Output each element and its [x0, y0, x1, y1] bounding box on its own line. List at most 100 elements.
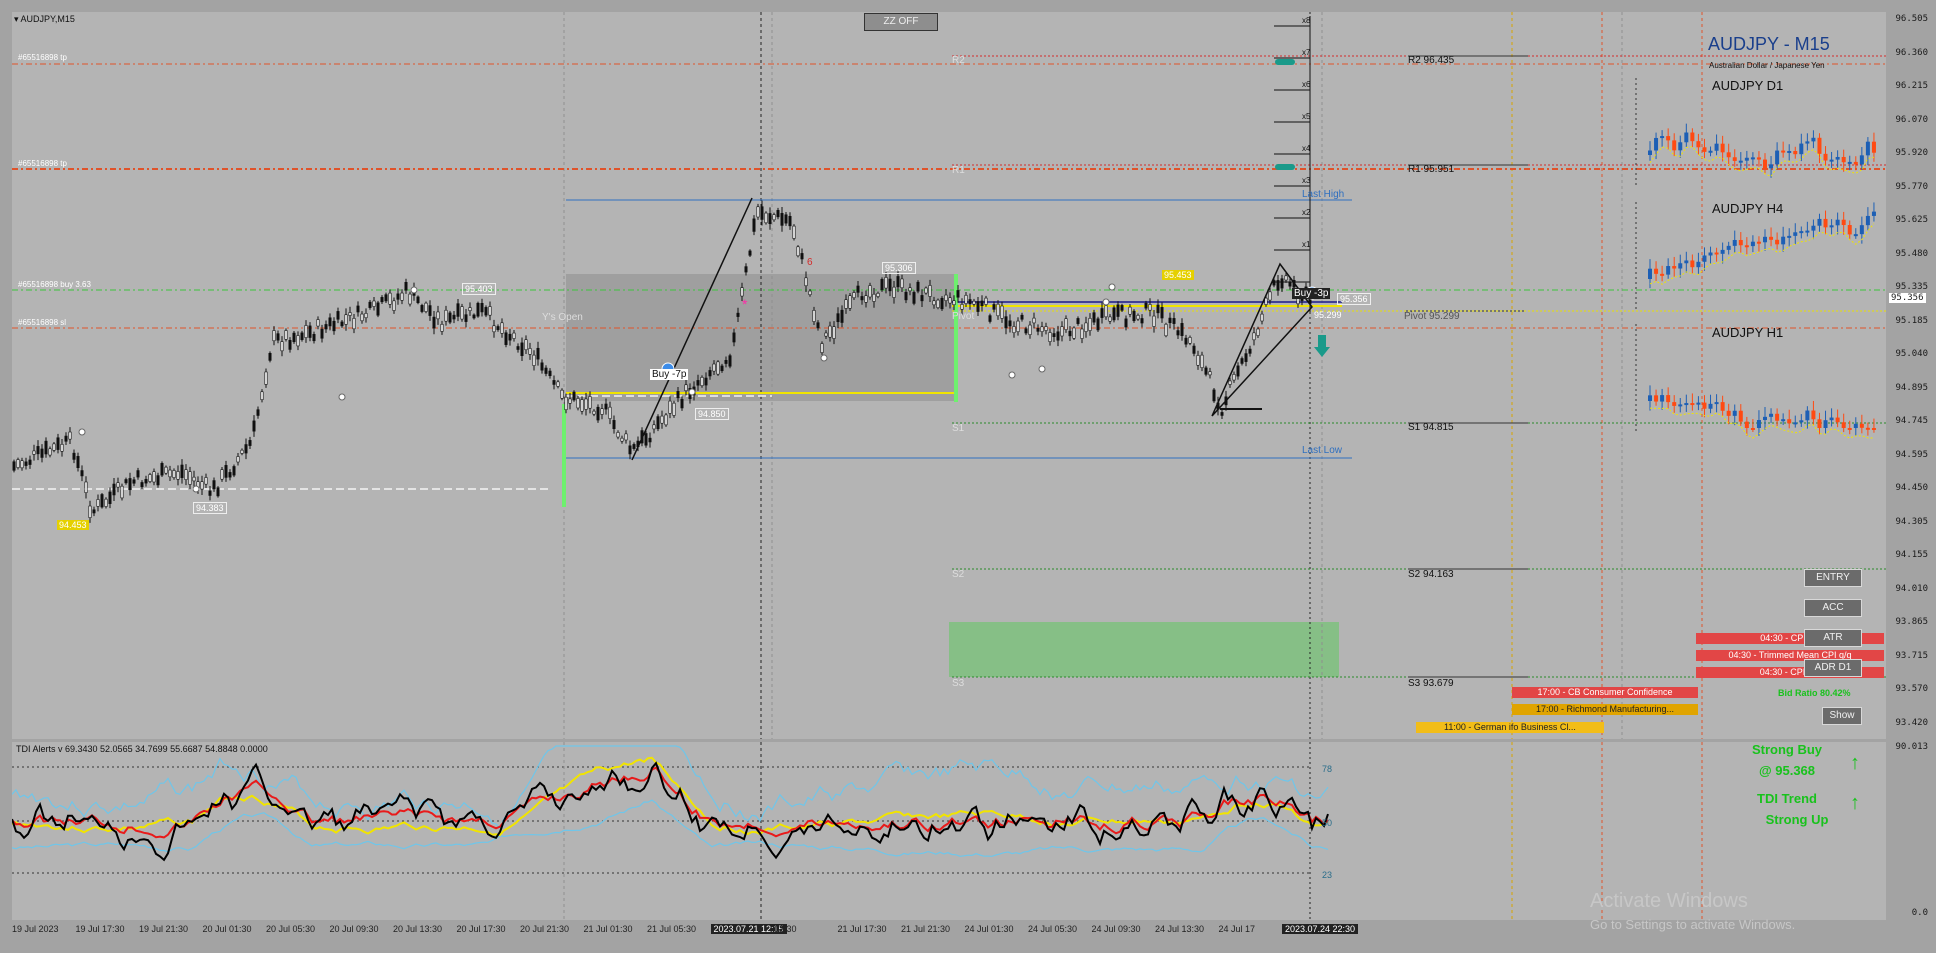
mini-candle-body [1847, 428, 1852, 430]
candle-body [916, 281, 920, 292]
candle-body [488, 306, 492, 316]
candle-body [1000, 305, 1004, 319]
candle-body [828, 325, 832, 338]
time-axis-label: 19 Jul 21:30 [139, 924, 189, 934]
adr-d1-button[interactable]: ADR D1 [1804, 659, 1862, 677]
candle-body [112, 483, 116, 496]
candle-body [152, 471, 156, 483]
buy-tag-1: Buy -7p [650, 369, 689, 380]
candle-body [612, 420, 616, 430]
price-axis[interactable]: 96.505 96.360 96.215 96.070 95.920 95.770 95.6… [1886, 12, 1928, 739]
candle-body [1204, 367, 1208, 375]
candle-body [1292, 279, 1296, 288]
candle-body [600, 408, 604, 415]
candle-body [540, 362, 544, 371]
candle-body [448, 312, 452, 323]
candle-body [364, 313, 368, 319]
mini-candle-body [1829, 225, 1834, 228]
acc-button[interactable]: ACC [1804, 599, 1862, 617]
price-axis-tick: 95.920 [1895, 148, 1928, 158]
candle-body [892, 286, 896, 298]
candle-body [332, 320, 336, 332]
candle-body [716, 361, 720, 375]
tp-marker [1275, 59, 1295, 65]
level-label-95453: 95.453 [1162, 270, 1194, 280]
time-axis-label: 20 Jul 09:30 [329, 924, 379, 934]
atr-button[interactable]: ATR [1804, 629, 1862, 647]
mini-candle-body [1823, 420, 1828, 428]
candle-body [344, 314, 348, 325]
tdi-trend-signal: TDI Trend [1757, 791, 1817, 806]
tp-label-1: #65516898 tp [18, 53, 67, 62]
candle-body [548, 370, 552, 377]
time-axis-label: 21 Jul 21:30 [901, 924, 951, 934]
news-item-6[interactable]: 11:00 - German ifo Business Cl... [1416, 722, 1604, 733]
price-chart-canvas[interactable]: *6 [12, 12, 1886, 739]
candle-body [52, 443, 56, 451]
tdi-level-78: 78 [1322, 764, 1333, 774]
candle-body [136, 470, 140, 478]
entry-button[interactable]: ENTRY [1804, 569, 1862, 587]
candle-body [104, 498, 108, 507]
mini-candle-body [1853, 423, 1858, 428]
fib-label: x6 [1302, 80, 1311, 89]
time-axis-label: 20 Jul 17:30 [456, 924, 506, 934]
candle-body [932, 300, 936, 306]
tdi-indicator-window[interactable]: TDI Alerts v 69.3430 52.0565 34.7699 55.… [12, 742, 1886, 920]
candle-body [224, 465, 228, 478]
mini-candle-body [1841, 422, 1846, 428]
candle-body [92, 509, 96, 514]
bid-ratio: Bid Ratio 80.42% [1778, 688, 1851, 698]
candle-body [608, 406, 612, 419]
candle-body [16, 459, 20, 468]
mini-chart-h4-title: AUDJPY H4 [1712, 201, 1784, 216]
candle-body [1152, 315, 1156, 327]
candle-body [192, 476, 196, 482]
mini-candle-body [1660, 273, 1665, 276]
mini-candle-body [1841, 219, 1846, 226]
mini-candle-body [1853, 161, 1858, 165]
candle-body [1280, 278, 1284, 289]
main-chart-window[interactable]: * 6 ▾ AUDJPY,M15 ZZ OFF #65516898 tp #655… [12, 12, 1886, 739]
mini-candle-body [1654, 137, 1659, 151]
tp-label-2: #65516898 tp [18, 159, 67, 168]
news-item-5[interactable]: 17:00 - Richmond Manufacturing... [1512, 704, 1698, 715]
candle-body [912, 292, 916, 304]
mini-candle-body [1775, 239, 1780, 245]
candle-body [376, 302, 380, 316]
candle-body [992, 304, 996, 310]
mini-candle-body [1811, 225, 1816, 231]
mini-candle-body [1835, 219, 1840, 226]
candle-body [1072, 327, 1076, 339]
mini-candle-body [1787, 419, 1792, 424]
sl-label: #65516898 sl [18, 318, 67, 327]
mini-candle-body [1678, 142, 1683, 151]
mini-chart-h1-title: AUDJPY H1 [1712, 325, 1784, 340]
mini-candle-body [1799, 231, 1804, 234]
mini-candle-body [1829, 417, 1834, 421]
zz-off-button[interactable]: ZZ OFF [864, 13, 938, 31]
candle-body [784, 214, 788, 224]
mini-candle-body [1811, 137, 1816, 142]
news-item-4[interactable]: 17:00 - CB Consumer Confidence [1512, 687, 1698, 698]
candle-body [1044, 326, 1048, 331]
mini-candle-body [1793, 150, 1798, 155]
level-label-95299: 95.299 [1314, 310, 1342, 320]
candle-body [684, 384, 688, 392]
strong-buy-signal: Strong Buy [1751, 742, 1823, 757]
zigzag-line [1211, 262, 1313, 417]
candle-body [1232, 374, 1236, 381]
candle-body [1056, 331, 1060, 341]
swing-point-marker [1108, 283, 1116, 291]
candle-body [1036, 328, 1040, 332]
candle-body [476, 302, 480, 317]
mini-candle-body [1696, 402, 1701, 405]
mini-candle-body [1750, 428, 1755, 430]
show-button[interactable]: Show [1822, 707, 1862, 725]
candle-body [624, 433, 628, 441]
mini-candle-body [1787, 150, 1792, 153]
candle-body [236, 456, 240, 463]
candle-body [756, 206, 760, 218]
candle-body [1092, 312, 1096, 323]
candle-body [568, 398, 572, 404]
